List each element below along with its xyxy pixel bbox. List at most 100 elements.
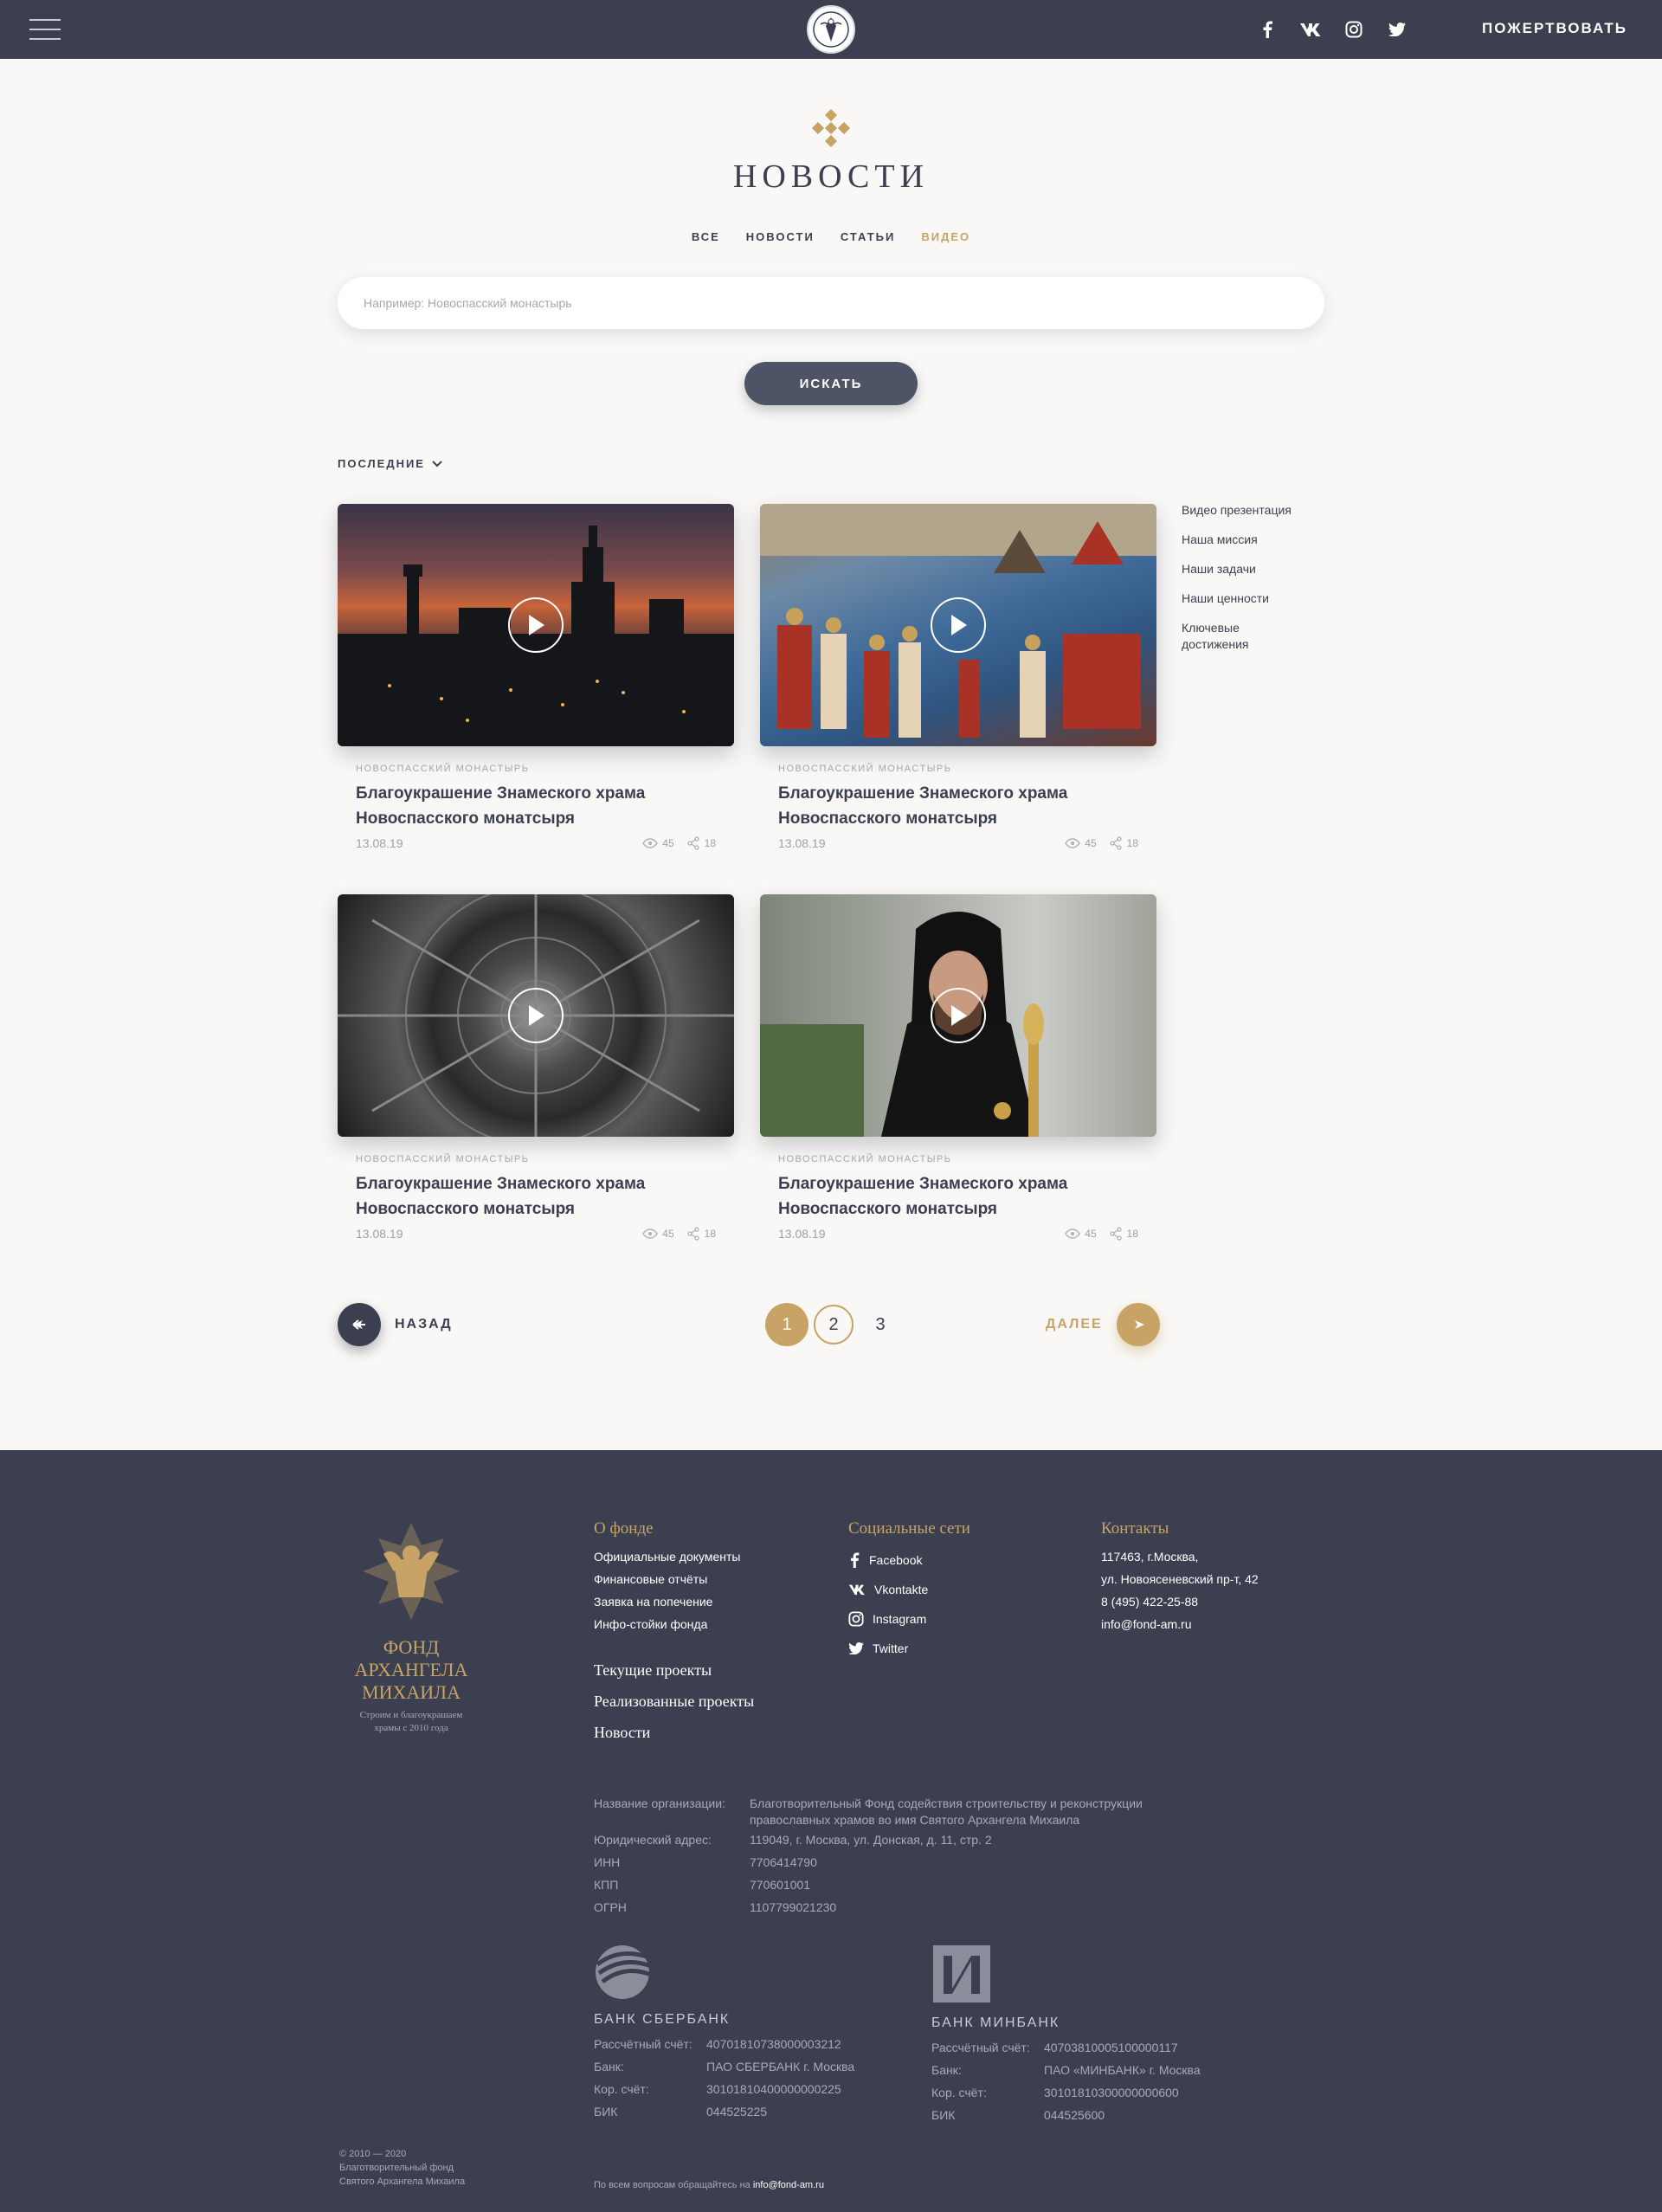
eye-icon [1065, 838, 1081, 848]
legal-value: 1107799021230 [750, 1900, 837, 1914]
card-title[interactable]: Благоукрашение Знамеского храма Новоспас… [778, 1171, 1124, 1222]
footer-brand: ФОНД АРХАНГЕЛА МИХАИЛА [354, 1636, 468, 1703]
filter-all[interactable]: ВСЕ [692, 230, 720, 243]
footer-contacts: Контакты 117463, г.Москва, ул. Новоясене… [1101, 1519, 1259, 1635]
arrow-right-icon[interactable] [1116, 1303, 1160, 1346]
footer-link-current-projects[interactable]: Текущие проекты [594, 1654, 754, 1686]
donate-link[interactable]: ПОЖЕРТВОВАТЬ [1482, 20, 1627, 37]
filter-news[interactable]: НОВОСТИ [746, 230, 815, 243]
card-date: 13.08.19 [778, 836, 826, 850]
play-icon[interactable] [931, 597, 986, 653]
card-date: 13.08.19 [356, 836, 403, 850]
social-heading: Социальные сети [848, 1519, 970, 1538]
instagram-icon[interactable] [1342, 17, 1366, 42]
share-icon[interactable] [1109, 1227, 1123, 1241]
footer-link-completed-projects[interactable]: Реализованные проекты [594, 1686, 754, 1717]
sidenav-item-values[interactable]: Наши ценности [1182, 590, 1320, 607]
card-category: НОВОСПАССКИЙ МОНАСТЫРЬ [356, 764, 530, 774]
play-icon[interactable] [508, 988, 564, 1043]
video-card[interactable]: НОВОСПАССКИЙ МОНАСТЫРЬ Благоукрашение Зн… [338, 504, 734, 850]
footer-vkontakte[interactable]: Vkontakte [848, 1575, 970, 1604]
share-count: 18 [1126, 837, 1138, 849]
view-count: 45 [1085, 837, 1097, 849]
cross-ornament-icon [811, 108, 851, 148]
video-thumbnail[interactable] [760, 894, 1156, 1137]
card-title[interactable]: Благоукрашение Знамеского храма Новоспас… [356, 1171, 702, 1222]
contact-address-street: ул. Новоясеневский пр-т, 42 [1101, 1572, 1259, 1586]
twitter-icon [848, 1642, 864, 1654]
vk-icon [848, 1584, 865, 1596]
bank-sberbank: БАНК СБЕРБАНК Рассчётный счёт: 4070181073… [594, 1944, 854, 2123]
page-title: НОВОСТИ [732, 158, 930, 195]
footer-contact-email[interactable]: info@fond-am.ru [753, 2180, 824, 2190]
play-icon[interactable] [931, 988, 986, 1043]
video-thumbnail[interactable] [338, 894, 734, 1137]
legal-key: ОГРН [594, 1900, 627, 1914]
bank-name: БАНК СБЕРБАНК [594, 2012, 731, 2027]
legal-key: ИНН [594, 1855, 621, 1869]
sidenav-item-mission[interactable]: Наша миссия [1182, 532, 1320, 548]
legal-value: Благотворительный Фонд содействия строит… [750, 1796, 1143, 1827]
footer-contact-line: По всем вопросам обращайтесь на info@fon… [594, 2180, 824, 2190]
legal-key: Название организации: [594, 1796, 725, 1810]
about-heading: О фонде [594, 1519, 654, 1538]
card-category: НОВОСПАССКИЙ МОНАСТЫРЬ [778, 764, 952, 774]
copyright: © 2010 — 2020 Благотворительный фонд Свя… [339, 2149, 466, 2187]
video-thumbnail[interactable] [760, 504, 1156, 746]
sidenav-item-achievements[interactable]: Ключевые достижения [1182, 620, 1277, 653]
page-3-button[interactable]: 3 [859, 1303, 902, 1346]
footer-link-info-stands[interactable]: Инфо-стойки фонда [594, 1613, 754, 1635]
next-label[interactable]: ДАЛЕЕ [1046, 1317, 1103, 1332]
legal-details: Название организации: Благотворительный Ф… [594, 1792, 1200, 1919]
pagination-next[interactable]: ДАЛЕЕ [1046, 1303, 1160, 1346]
legal-key: КПП [594, 1878, 619, 1892]
card-title[interactable]: Благоукрашение Знамеского храма Новоспас… [778, 781, 1124, 831]
share-count: 18 [704, 1228, 716, 1240]
footer-twitter[interactable]: Twitter [848, 1634, 970, 1663]
share-icon[interactable] [686, 836, 700, 850]
video-card[interactable]: НОВОСПАССКИЙ МОНАСТЫРЬ Благоукрашение Зн… [338, 894, 734, 1241]
video-card[interactable]: НОВОСПАССКИЙ МОНАСТЫРЬ Благоукрашение Зн… [760, 894, 1156, 1241]
eye-icon [642, 1229, 659, 1239]
filter-video[interactable]: ВИДЕО [921, 230, 970, 243]
search-button[interactable]: ИСКАТЬ [744, 362, 918, 405]
page-2-button[interactable]: 2 [814, 1305, 854, 1345]
facebook-icon[interactable] [1255, 17, 1279, 42]
vk-icon[interactable] [1298, 17, 1323, 42]
search-input[interactable] [338, 277, 1324, 329]
back-label[interactable]: НАЗАД [395, 1317, 453, 1332]
twitter-icon[interactable] [1385, 17, 1409, 42]
footer-link-reports[interactable]: Финансовые отчёты [594, 1568, 754, 1590]
contact-email[interactable]: info@fond-am.ru [1101, 1613, 1259, 1635]
sort-dropdown[interactable]: ПОСЛЕДНИЕ [338, 457, 442, 470]
sidenav-item-tasks[interactable]: Наши задачи [1182, 561, 1320, 577]
contact-phone[interactable]: 8 (495) 422-25-88 [1101, 1590, 1259, 1613]
share-icon[interactable] [1109, 836, 1123, 850]
category-filters: ВСЕ НОВОСТИ СТАТЬИ ВИДЕО [0, 230, 1662, 243]
legal-value: 119049, г. Москва, ул. Донская, д. 11, с… [750, 1833, 992, 1847]
page-1-button[interactable]: 1 [765, 1303, 808, 1346]
share-icon[interactable] [686, 1227, 700, 1241]
pagination-back[interactable]: НАЗАД [338, 1303, 453, 1346]
footer-link-application[interactable]: Заявка на попечение [594, 1590, 754, 1613]
minbank-logo-icon [933, 1945, 990, 2002]
foundation-logo-icon[interactable] [807, 5, 855, 54]
sidenav-item-presentation[interactable]: Видео презентация [1182, 502, 1320, 519]
card-title[interactable]: Благоукрашение Знамеского храма Новоспас… [356, 781, 702, 831]
video-card[interactable]: НОВОСПАССКИЙ МОНАСТЫРЬ Благоукрашение Зн… [760, 504, 1156, 850]
footer-link-documents[interactable]: Официальные документы [594, 1545, 754, 1568]
play-icon[interactable] [508, 597, 564, 653]
video-thumbnail[interactable] [338, 504, 734, 746]
eye-icon [642, 838, 659, 848]
view-count: 45 [662, 837, 674, 849]
menu-icon[interactable] [29, 19, 61, 40]
view-count: 45 [1085, 1228, 1097, 1240]
footer-instagram[interactable]: Instagram [848, 1604, 970, 1634]
filter-articles[interactable]: СТАТЬИ [841, 230, 896, 243]
footer-about: О фонде Официальные документы Финансовые… [594, 1519, 754, 1748]
footer-logo[interactable]: ФОНД АРХАНГЕЛА МИХАИЛА Строим и благоукр… [346, 1519, 476, 1735]
footer-link-news[interactable]: Новости [594, 1717, 754, 1748]
legal-value: 770601001 [750, 1878, 811, 1892]
arrow-left-icon[interactable] [338, 1303, 381, 1346]
footer-facebook[interactable]: Facebook [848, 1545, 970, 1575]
